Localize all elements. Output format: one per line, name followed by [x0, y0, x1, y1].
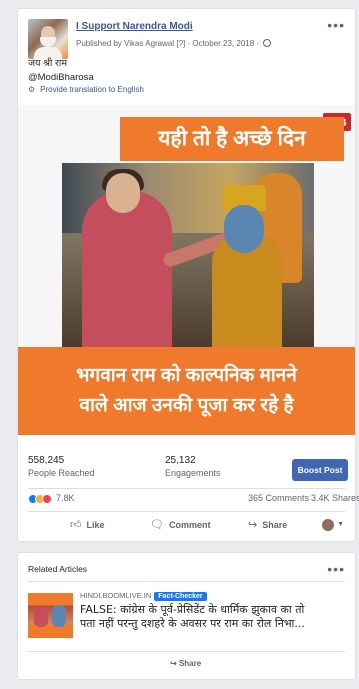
- people-reached-value: 558,245: [28, 455, 65, 466]
- share-arrow-icon: ↪: [248, 519, 258, 531]
- divider: [28, 581, 345, 582]
- translate-link[interactable]: ⚙ Provide translation to English: [28, 85, 144, 94]
- published-by-text: Published by Vikas Agrawal [?] · October…: [76, 39, 260, 48]
- post-text: जय श्री राम @ModiBharosa: [28, 57, 94, 85]
- headline-line2: पता नहीं परन्तु दशहरे के अवसर पर राम का …: [80, 617, 305, 630]
- page-name-link[interactable]: I Support Narendra Modi: [76, 21, 193, 32]
- related-article-thumbnail[interactable]: [28, 593, 73, 638]
- chevron-down-icon[interactable]: ▼: [337, 521, 344, 528]
- reaction-count[interactable]: 7.8K: [56, 493, 75, 503]
- love-reaction-icon: [42, 493, 52, 504]
- engagements-stat: 25,132 Engagements: [165, 455, 221, 478]
- source-domain: HINDI.BOOMLIVE.IN: [80, 591, 152, 600]
- related-article-headline[interactable]: FALSE: कांग्रेस के पूर्व-प्रेसिडेंट के ध…: [80, 603, 352, 631]
- bottom-banner-line1: भगवान राम को काल्पनिक मानने: [76, 365, 297, 386]
- people-reached-label: People Reached: [28, 468, 95, 478]
- comment-button[interactable]: 🗨︎ Comment: [150, 518, 210, 531]
- people-reached-stat: 558,245 People Reached: [28, 455, 95, 478]
- post-meta: Published by Vikas Agrawal [?] · October…: [76, 39, 272, 48]
- post-options-icon[interactable]: •••: [327, 18, 345, 32]
- post-actions: 👍︎ Like 🗨︎ Comment ↪ Share ▼: [28, 518, 348, 534]
- post-card: ••• I Support Narendra Modi Published by…: [17, 8, 359, 542]
- headline-line1: FALSE: कांग्रेस के पूर्व-प्रेसिडेंट के ध…: [80, 603, 305, 616]
- divider: [28, 488, 345, 489]
- like-button[interactable]: 👍︎ Like: [70, 518, 105, 531]
- related-share-button[interactable]: ↪ Share: [170, 659, 201, 668]
- post-text-line1: जय श्री राम: [28, 58, 68, 69]
- like-label: Like: [86, 520, 105, 530]
- engagements-label: Engagements: [165, 468, 221, 478]
- related-articles-title: Related Articles: [28, 564, 88, 574]
- comments-count[interactable]: 365 Comments: [248, 493, 309, 503]
- share-button[interactable]: ↪ Share: [248, 518, 287, 531]
- related-share-label: Share: [178, 659, 202, 668]
- comment-bubble-icon: 🗨︎: [150, 519, 164, 531]
- reactions-bar: 7.8K 365 Comments 3.4K Shares: [28, 492, 359, 506]
- divider: [28, 511, 345, 512]
- gear-icon: ⚙: [28, 85, 36, 94]
- divider: [28, 651, 345, 652]
- image-bottom-banner: भगवान राम को काल्पनिक मानने वाले आज उनकी…: [18, 347, 355, 435]
- globe-icon: [263, 39, 272, 47]
- bottom-banner-line2: वाले आज उनकी पूजा कर रहे है: [79, 395, 294, 416]
- shares-count[interactable]: 3.4K Shares: [311, 493, 359, 503]
- image-top-banner: यही तो है अच्छे दिन: [120, 117, 344, 161]
- comment-label: Comment: [168, 520, 211, 530]
- engagements-value: 25,132: [165, 455, 196, 466]
- related-article-source: HINDI.BOOMLIVE.IN Fact-Checker: [80, 591, 207, 601]
- post-text-line2: @ModiBharosa: [28, 72, 94, 83]
- post-insights: 558,245 People Reached 25,132 Engagement…: [28, 455, 348, 485]
- post-image[interactable]: MB यही तो है अच्छे दिन भगवान राम को काल्…: [18, 105, 355, 435]
- viewer-avatar[interactable]: [322, 519, 334, 531]
- reaction-icons[interactable]: [28, 493, 52, 504]
- share-arrow-icon: ↪: [170, 659, 179, 668]
- page-avatar[interactable]: [28, 19, 68, 59]
- boost-post-button[interactable]: Boost Post: [292, 459, 348, 481]
- translate-label: Provide translation to English: [40, 85, 144, 94]
- share-label: Share: [262, 520, 288, 530]
- related-options-icon[interactable]: •••: [327, 562, 345, 576]
- thumbs-up-icon: 👍︎: [70, 519, 82, 531]
- photo: [62, 163, 314, 349]
- fact-checker-badge: Fact-Checker: [154, 592, 207, 601]
- related-articles-card: Related Articles ••• HINDI.BOOMLIVE.IN Fa…: [17, 552, 356, 680]
